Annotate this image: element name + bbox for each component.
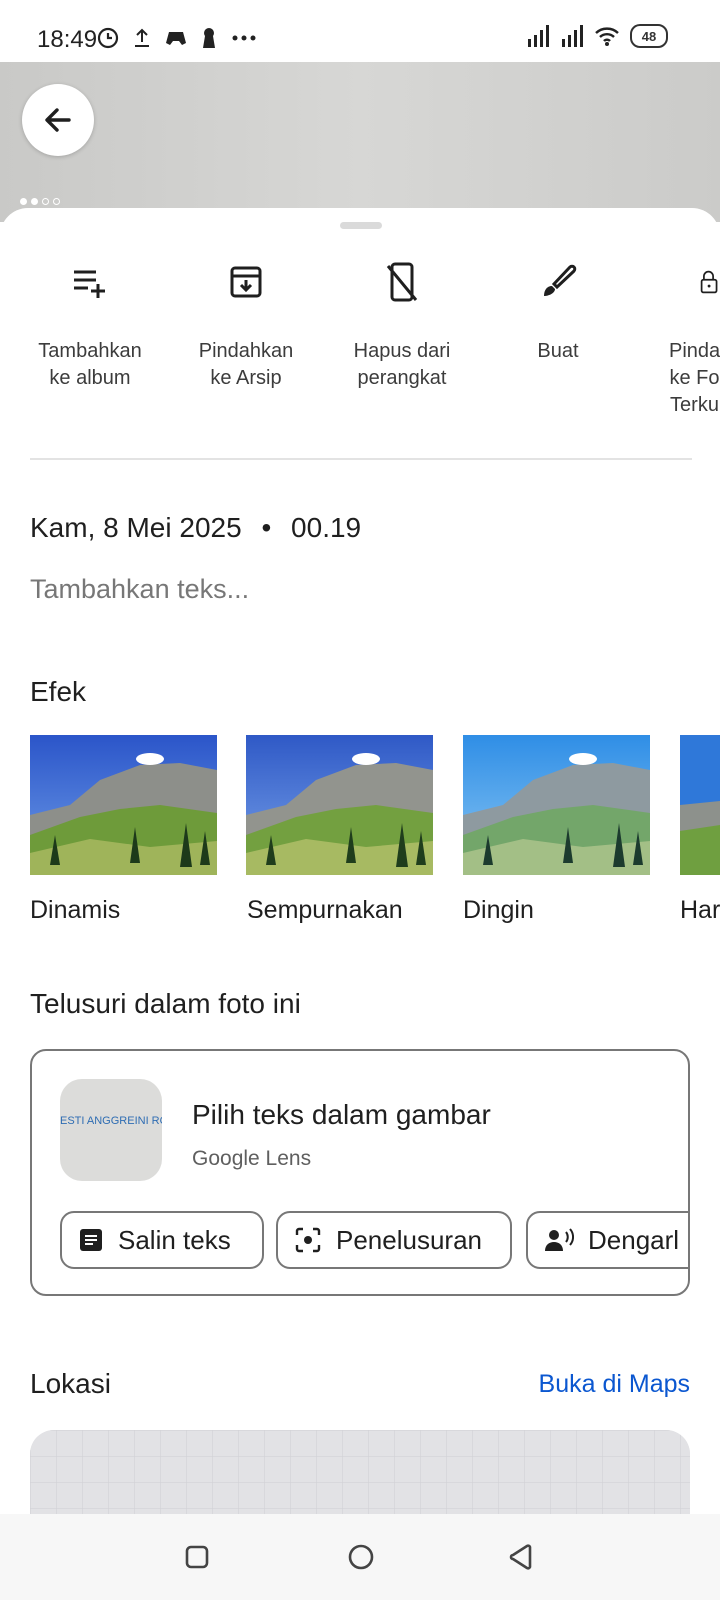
effect-thumbnail-enhance[interactable]: [246, 735, 433, 875]
speaker-voice-icon: [545, 1228, 574, 1251]
lens-search-chip[interactable]: Penelusuran: [276, 1211, 512, 1269]
home-icon[interactable]: [347, 1543, 375, 1571]
wifi-icon: [595, 27, 619, 46]
signal-icon-2: [562, 25, 583, 47]
photo-date-time: Kam, 8 Mei 2025 • 00.19: [30, 512, 361, 544]
playlist-add-icon: [74, 270, 105, 298]
add-caption-input[interactable]: Tambahkan teks...: [30, 574, 249, 605]
open-in-maps-link[interactable]: Buka di Maps: [539, 1370, 690, 1399]
photo-time: 00.19: [291, 512, 362, 543]
status-bar: 18:49 48: [0, 0, 720, 62]
lens-search-icon: [295, 1227, 321, 1253]
back-nav-icon[interactable]: [508, 1543, 536, 1571]
lens-thumbnail-text: ESTI ANGGREINI ROB: [60, 1115, 162, 1127]
lens-title: Pilih teks dalam gambar: [192, 1099, 491, 1130]
pager-dot: [20, 198, 27, 205]
back-button[interactable]: [22, 84, 94, 156]
date-separator: •: [261, 512, 272, 543]
upload-icon: [135, 28, 149, 47]
move-to-locked-folder-label: Pinda ke Fo Terku: [669, 340, 720, 416]
lens-thumbnail: ESTI ANGGREINI ROB: [60, 1079, 162, 1181]
lens-search-label: Penelusuran: [336, 1224, 482, 1255]
copy-text-label: Salin teks: [118, 1224, 231, 1255]
lens-section-title: Telusuri dalam foto ini: [30, 988, 301, 1019]
clock-icon: [97, 27, 119, 49]
photo-date: Kam, 8 Mei 2025: [30, 512, 242, 543]
battery-indicator: 48: [630, 24, 668, 48]
google-lens-card[interactable]: ESTI ANGGREINI ROB Pilih teks dalam gamb…: [30, 1049, 690, 1296]
drag-handle[interactable]: [340, 222, 382, 229]
phone-delete-icon: [386, 262, 418, 302]
location-title: Lokasi: [30, 1368, 111, 1399]
pager-dot: [42, 198, 49, 205]
keyhole-icon: [203, 28, 215, 48]
text-document-icon: [80, 1229, 102, 1251]
effect-label-warm: Har: [680, 896, 720, 924]
lens-subtitle: Google Lens: [192, 1147, 312, 1170]
pager-dot: [53, 198, 60, 205]
archive-icon: [230, 266, 262, 298]
move-to-locked-folder-button[interactable]: Pinda ke Fo Terku: [639, 258, 720, 419]
signal-icon: [528, 25, 549, 47]
add-to-album-label: Tambahkan ke album: [38, 340, 142, 389]
effect-label-cool: Dingin: [463, 896, 534, 924]
effect-thumbnail-cool[interactable]: [463, 735, 650, 875]
arrow-back-icon: [45, 108, 71, 132]
effect-thumbnail-dynamic[interactable]: [30, 735, 217, 875]
listen-label: Dengarl: [588, 1224, 680, 1255]
photo-preview[interactable]: [0, 62, 720, 222]
status-notification-icons: [97, 27, 257, 49]
create-label: Buat: [537, 340, 579, 362]
move-to-archive-button[interactable]: Pindahkan ke Arsip: [171, 258, 321, 392]
status-time: 18:49: [37, 26, 98, 53]
gamepad-icon: [166, 32, 186, 45]
effect-thumbnail-warm[interactable]: [680, 735, 720, 875]
effects-title: Efek: [30, 676, 87, 707]
pager-dot: [31, 198, 38, 205]
more-notifications-icon: [232, 35, 256, 41]
listen-chip[interactable]: Dengarl: [526, 1211, 688, 1269]
delete-from-device-button[interactable]: Hapus dari perangkat: [327, 258, 477, 392]
divider: [30, 458, 692, 460]
effect-label-dynamic: Dinamis: [30, 896, 121, 924]
brush-icon: [544, 264, 577, 296]
recent-apps-icon[interactable]: [184, 1544, 210, 1570]
add-to-album-button[interactable]: Tambahkan ke album: [15, 258, 165, 392]
create-button[interactable]: Buat: [483, 258, 633, 365]
delete-from-device-label: Hapus dari perangkat: [353, 340, 451, 389]
effect-label-enhance: Sempurnakan: [247, 896, 403, 924]
system-navigation-bar: [0, 1514, 720, 1600]
lock-icon: [700, 270, 718, 294]
status-system-icons: 48: [526, 24, 668, 48]
move-to-archive-label: Pindahkan ke Arsip: [198, 340, 294, 389]
copy-text-chip[interactable]: Salin teks: [60, 1211, 264, 1269]
photo-pager-dots: [20, 198, 60, 205]
